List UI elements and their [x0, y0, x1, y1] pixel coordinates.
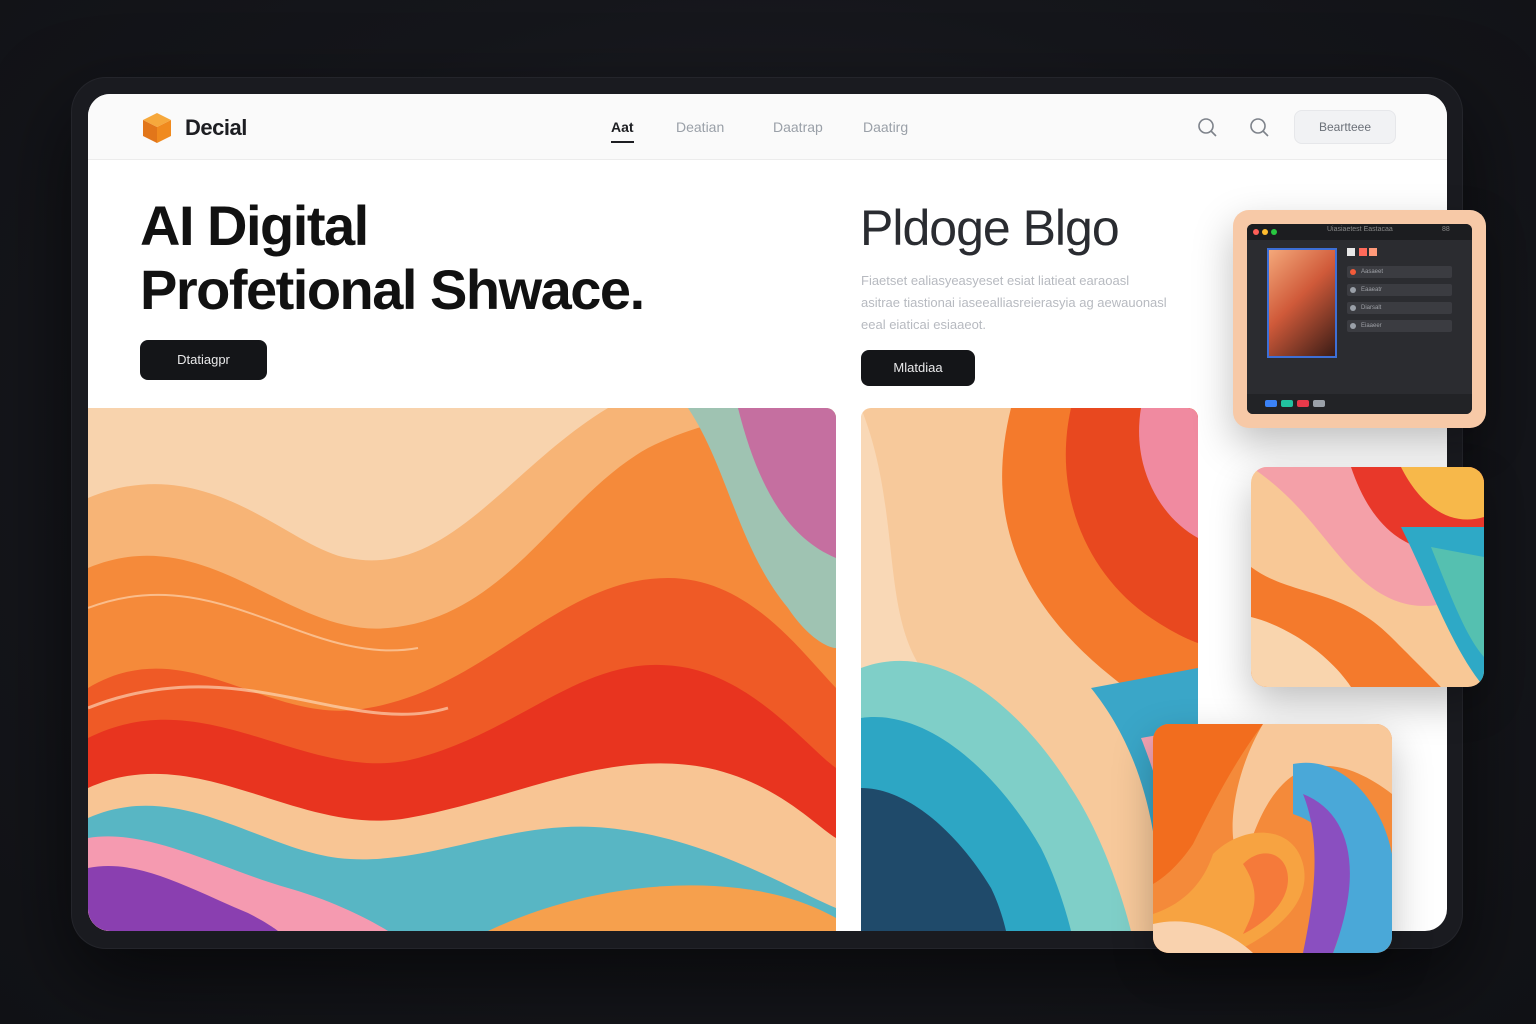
- maximize-dot-icon[interactable]: [1271, 229, 1277, 235]
- swatch-white[interactable]: [1347, 248, 1355, 256]
- cube-icon[interactable]: [140, 111, 174, 145]
- thumbnail-art-1: [1251, 467, 1484, 687]
- gallery-thumbnail-1[interactable]: [1251, 467, 1484, 687]
- hero-artwork-image: [88, 408, 836, 931]
- editor-preview-card[interactable]: Uiasiaetest Eastacaa 88 Aasaeet Eaaeatr …: [1233, 210, 1486, 428]
- editor-titlebar: Uiasiaetest Eastacaa 88: [1247, 224, 1472, 240]
- editor-zoom: 88: [1442, 226, 1450, 233]
- layer-row[interactable]: Eaaeatr: [1347, 284, 1452, 296]
- editor-layers-panel: Aasaeet Eaaeatr Diarsalt Eiaaeer: [1347, 246, 1452, 366]
- tool-chip-grey[interactable]: [1313, 400, 1325, 407]
- layer-row[interactable]: Eiaaeer: [1347, 320, 1452, 332]
- hero-title-line-1: AI Digital: [140, 194, 369, 257]
- layer-row[interactable]: Diarsalt: [1347, 302, 1452, 314]
- brand-name[interactable]: Decial: [185, 115, 247, 141]
- tool-chip-green[interactable]: [1281, 400, 1293, 407]
- close-dot-icon[interactable]: [1253, 229, 1259, 235]
- blog-title: Pldoge Blgo: [860, 200, 1120, 256]
- tool-chip-red[interactable]: [1297, 400, 1309, 407]
- color-swatches: [1347, 246, 1452, 258]
- tool-chip-blue[interactable]: [1265, 400, 1277, 407]
- minimize-dot-icon[interactable]: [1262, 229, 1268, 235]
- header-action-button[interactable]: Beartteee: [1294, 110, 1396, 144]
- editor-toolbar: [1247, 394, 1472, 414]
- swatch-red[interactable]: [1359, 248, 1367, 256]
- nav-item-1[interactable]: Aat: [611, 119, 634, 143]
- nav-item-4[interactable]: Daatirg: [863, 119, 908, 135]
- editor-canvas[interactable]: [1267, 248, 1337, 358]
- hero-title: AI Digital Profetional Shwace.: [140, 194, 645, 322]
- blog-artwork-image: [861, 408, 1198, 931]
- hero-cta-button[interactable]: Dtatiagpr: [140, 340, 267, 380]
- blog-description: Fiaetset ealiasyeasyeset esiat liatieat …: [861, 273, 1167, 332]
- swatch-coral[interactable]: [1369, 248, 1377, 256]
- hero-title-line-2: Profetional Shwace.: [140, 258, 645, 321]
- nav-item-2[interactable]: Deatian: [676, 119, 724, 135]
- layer-row[interactable]: Aasaeet: [1347, 266, 1452, 278]
- top-navigation-bar: Decial Aat Deatian Daatrap Daatirg Beart…: [88, 94, 1447, 160]
- nav-item-3[interactable]: Daatrap: [773, 119, 823, 135]
- editor-window: Uiasiaetest Eastacaa 88 Aasaeet Eaaeatr …: [1247, 224, 1472, 414]
- gallery-thumbnail-2[interactable]: [1153, 724, 1392, 953]
- search-icon-secondary[interactable]: [1248, 116, 1270, 138]
- editor-title: Uiasiaetest Eastacaa: [1327, 226, 1393, 233]
- blog-cta-button[interactable]: Mlatdiaa: [861, 350, 975, 386]
- thumbnail-art-2: [1153, 724, 1392, 953]
- search-icon[interactable]: [1196, 116, 1218, 138]
